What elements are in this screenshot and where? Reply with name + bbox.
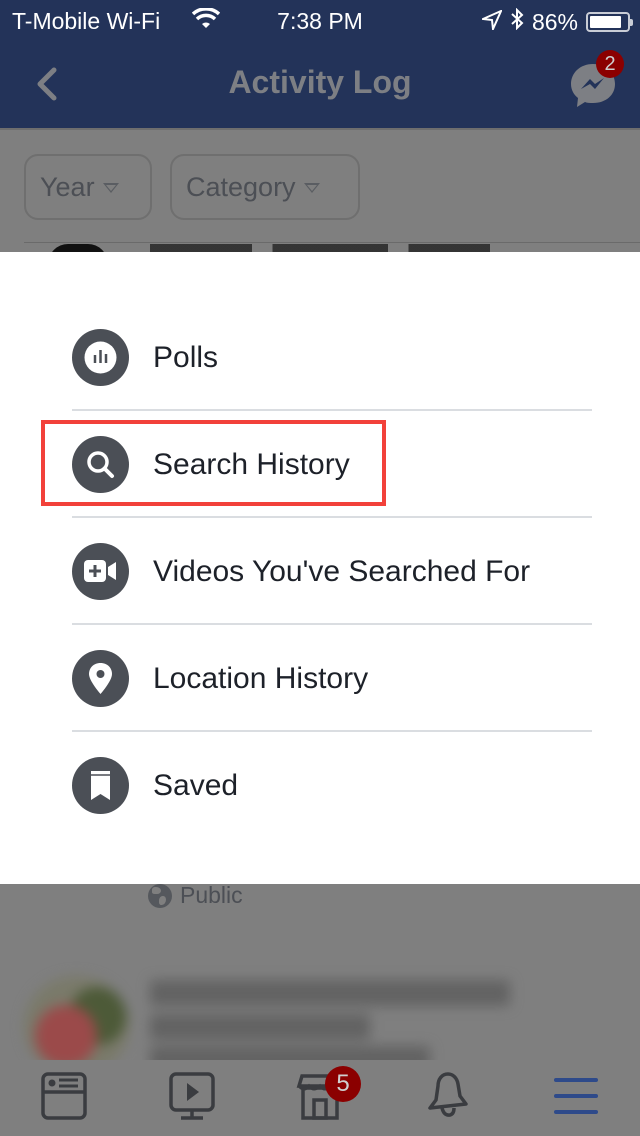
- category-filter-label: Category: [186, 172, 296, 202]
- bottom-tab-bar: [0, 1060, 640, 1136]
- menu-item-location-history[interactable]: Location History: [72, 625, 592, 732]
- globe-icon: [148, 883, 172, 908]
- year-filter-dropdown[interactable]: Year: [24, 154, 152, 220]
- menu-item-label: Location History: [153, 661, 369, 695]
- battery-percent: 86%: [531, 8, 578, 35]
- news-feed-icon: [41, 1072, 87, 1120]
- blurred-text: [150, 980, 510, 1006]
- menu-item-label: Videos You've Searched For: [153, 554, 531, 588]
- marketplace-badge: 5: [325, 1066, 361, 1102]
- privacy-indicator: Public: [148, 882, 243, 909]
- messenger-badge: 2: [596, 50, 624, 78]
- menu-item-videos-searched[interactable]: Videos You've Searched For: [72, 518, 592, 625]
- tab-notifications[interactable]: [418, 1066, 478, 1126]
- nav-bar: Activity Log: [0, 40, 640, 128]
- menu-item-label: Polls: [153, 340, 219, 374]
- year-filter-label: Year: [40, 172, 95, 202]
- top-bar: T-Mobile Wi-Fi 7:38 PM 86% Activity Log: [0, 0, 640, 128]
- privacy-label: Public: [180, 882, 243, 908]
- status-bar: T-Mobile Wi-Fi 7:38 PM 86%: [0, 0, 640, 40]
- tab-watch[interactable]: [162, 1066, 222, 1126]
- bookmark-icon: [72, 757, 129, 814]
- video-play-icon: [169, 1072, 215, 1120]
- location-pin-icon: [72, 650, 129, 707]
- divider: [24, 242, 640, 243]
- video-add-icon: [72, 543, 129, 600]
- poll-icon: [72, 329, 129, 386]
- bell-icon: [428, 1072, 468, 1117]
- caret-down-icon: [102, 183, 119, 193]
- blurred-text: [150, 1014, 370, 1040]
- status-right: 86%: [479, 7, 633, 36]
- menu-item-polls[interactable]: Polls: [72, 304, 592, 411]
- bluetooth-icon: [510, 7, 524, 36]
- category-menu-sheet: Polls Search History Videos You've Searc…: [0, 252, 640, 884]
- menu-item-label: Saved: [153, 768, 239, 802]
- caret-down-icon: [303, 183, 320, 193]
- menu-item-saved[interactable]: Saved: [72, 732, 592, 839]
- hamburger-menu-icon: [554, 1078, 598, 1114]
- tab-menu[interactable]: [546, 1066, 606, 1126]
- tab-news-feed[interactable]: [34, 1066, 94, 1126]
- page-title: Activity Log: [228, 64, 412, 100]
- battery-icon: [586, 12, 633, 32]
- location-arrow-icon: [479, 8, 503, 36]
- highlight-box: [41, 420, 386, 506]
- category-filter-dropdown[interactable]: Category: [170, 154, 360, 220]
